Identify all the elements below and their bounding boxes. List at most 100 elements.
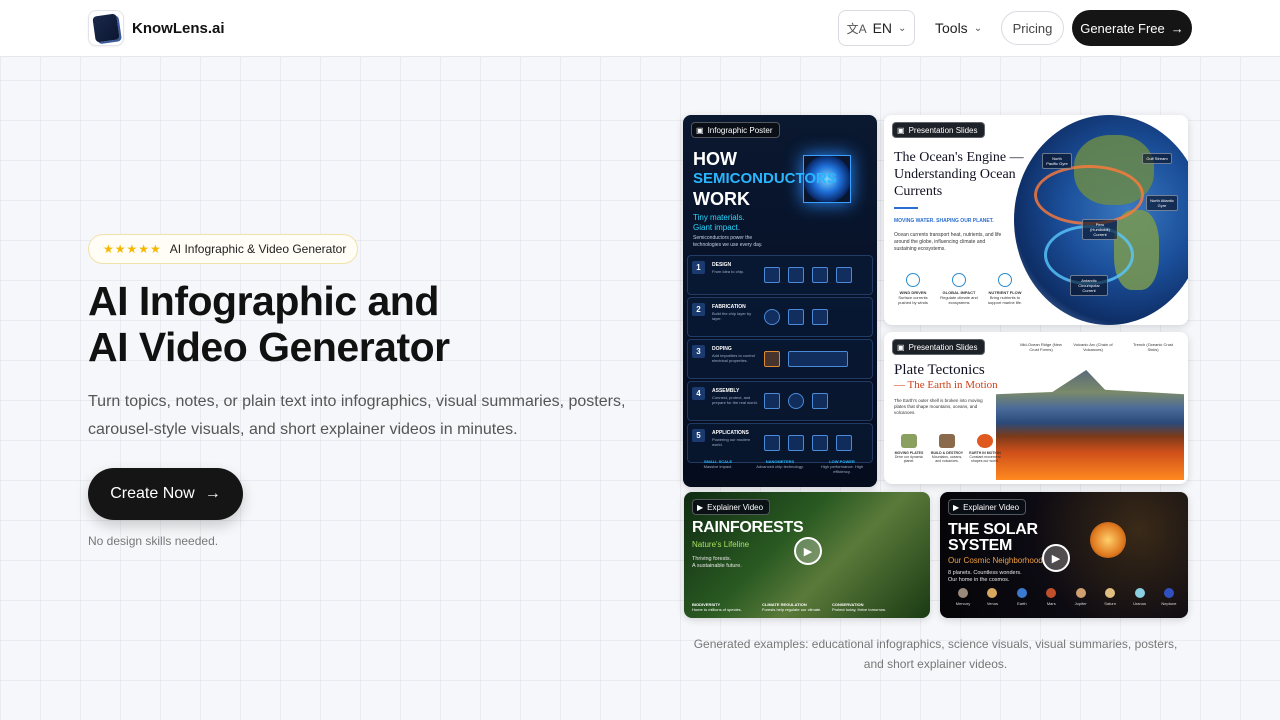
example-type-tag: ▣ Presentation Slides: [892, 339, 985, 355]
step-diagram-icon: [764, 348, 868, 370]
map-label: Antarctic Circumpolar Current: [1070, 275, 1108, 296]
gallery-caption: Generated examples: educational infograp…: [693, 637, 1178, 671]
slide-title: The Ocean's Engine — Understanding Ocean…: [894, 150, 1024, 199]
poster-step: 3 DOPING Add impurities to control elect…: [687, 339, 873, 379]
generate-free-label: Generate Free: [1080, 20, 1165, 36]
poster-steps: 1 DESIGN From idea to chip. 2 FABRICATIO…: [687, 255, 873, 465]
wind-icon: [906, 273, 920, 287]
planet: Uranus: [1127, 588, 1153, 606]
rainforest-video-example[interactable]: ▶ Explainer Video RAINFORESTS Nature's Li…: [684, 492, 930, 618]
no-design-skills-note: No design skills needed.: [88, 534, 219, 548]
brand-logo-link[interactable]: KnowLens.ai: [88, 10, 225, 46]
play-circle-icon: ▶: [953, 502, 960, 512]
slides-icon: ▣: [696, 125, 704, 135]
poster-title: HOW SEMICONDUCTORS WORK: [693, 149, 837, 209]
solar-system-video-example[interactable]: ▶ Explainer Video THE SOLAR SYSTEM Our Co…: [940, 492, 1188, 618]
poster-step: 5 APPLICATIONS Powering our modern world…: [687, 423, 873, 463]
infographic-poster-example[interactable]: ▣ Infographic Poster HOW SEMICONDUCTORS W…: [683, 115, 877, 487]
planet: Mercury: [950, 588, 976, 606]
earth-core-icon: [977, 434, 993, 448]
video-body: 8 planets. Countless wonders. Our home i…: [948, 570, 1022, 583]
slide-title-accent: — The Earth in Motion: [894, 379, 998, 391]
example-type-tag: ▣ Presentation Slides: [892, 122, 985, 138]
planet: Earth: [1009, 588, 1035, 606]
map-label: Peru (Humboldt) Current: [1082, 219, 1118, 240]
slides-icon: ▣: [897, 342, 905, 352]
video-title: RAINFORESTS: [692, 519, 804, 536]
step-diagram-icon: [764, 264, 868, 286]
play-circle-icon: ▶: [697, 502, 704, 512]
poster-step: 4 ASSEMBLY Connect, protect, and prepare…: [687, 381, 873, 421]
video-body: Thriving forests. A sustainable future.: [692, 556, 742, 569]
poster-step: 2 FABRICATION Build the chip layer by la…: [687, 297, 873, 337]
create-now-button[interactable]: Create Now →: [88, 468, 243, 520]
generate-free-button[interactable]: Generate Free →: [1072, 10, 1192, 46]
language-selector[interactable]: 文A EN ⌄: [838, 10, 915, 46]
mountain-icon: [939, 434, 955, 448]
map-label: North Pacific Gyre: [1042, 153, 1072, 169]
planet-row: Mercury Venus Earth Mars Jupiter Saturn …: [950, 588, 1182, 606]
slide-body: The Earth's outer shell is broken into m…: [894, 398, 983, 415]
poster-step: 1 DESIGN From idea to chip.: [687, 255, 873, 295]
slide-subtitle: MOVING WATER. SHAPING OUR PLANET.: [894, 218, 994, 224]
tools-menu-button[interactable]: Tools ⌄: [925, 10, 992, 46]
arrow-right-icon: →: [204, 485, 221, 502]
video-footer: BIODIVERSITY Home to millions of species.…: [692, 602, 886, 612]
chevron-down-icon: ⌄: [898, 22, 907, 34]
create-now-label: Create Now: [110, 485, 195, 502]
play-button-icon[interactable]: ▶: [794, 537, 822, 565]
hero-subtitle: Turn topics, notes, or plain text into i…: [88, 393, 626, 438]
slide-icon-row: WIND DRIVEN Surface currents pushed by wi…: [894, 273, 1024, 305]
translate-icon: 文A: [846, 21, 867, 36]
sun-illustration: [1090, 522, 1126, 558]
planet: Mars: [1038, 588, 1064, 606]
video-subtitle: Our Cosmic Neighborhood: [948, 556, 1043, 565]
step-diagram-icon: [764, 432, 868, 454]
brand-logo-icon: [88, 10, 124, 46]
example-type-tag: ▣ Infographic Poster: [691, 122, 780, 138]
example-type-tag: ▶ Explainer Video: [692, 499, 771, 515]
diagram-label: Volcanic Arc (Chain of Volcanoes): [1073, 342, 1113, 352]
globe-icon: [952, 273, 966, 287]
step-diagram-icon: [764, 306, 868, 328]
slide-icon-row: MOVING PLATES Drive our dynamic planet. B…: [892, 434, 1002, 463]
hero-title-line2: AI Video Generator: [88, 324, 450, 370]
example-type-tag: ▶ Explainer Video: [948, 499, 1027, 515]
planet: Jupiter: [1068, 588, 1094, 606]
map-label: Gulf Stream: [1142, 153, 1172, 164]
play-button-icon[interactable]: ▶: [1042, 544, 1070, 572]
chevron-down-icon: ⌄: [973, 22, 983, 34]
plate-tectonics-slide-example[interactable]: ▣ Presentation Slides Plate Tectonics — T…: [884, 332, 1188, 484]
ocean-currents-slide-example[interactable]: ▣ Presentation Slides The Ocean's Engine …: [884, 115, 1188, 325]
language-label: EN: [872, 20, 893, 36]
divider: [894, 207, 918, 209]
planet: Saturn: [1097, 588, 1123, 606]
tools-label: Tools: [935, 20, 968, 36]
map-label: North Atlantic Gyre: [1146, 195, 1178, 211]
slide-title: Plate Tectonics: [894, 362, 985, 378]
slides-icon: ▣: [897, 125, 905, 135]
pricing-link[interactable]: Pricing: [1001, 11, 1064, 45]
planet: Venus: [979, 588, 1005, 606]
video-title: THE SOLAR SYSTEM: [948, 521, 1038, 554]
slide-body: Ocean currents transport heat, nutrients…: [894, 232, 1002, 252]
star-rating-icon: ★★★★★: [103, 242, 162, 256]
plates-icon: [901, 434, 917, 448]
hero-title-line1: AI Infographic and: [88, 278, 439, 324]
top-navigation-bar: KnowLens.ai 文A EN ⌄ Tools ⌄ Pricing Gene…: [0, 0, 1280, 57]
hero-title: AI Infographic and AI Video Generator: [88, 278, 648, 370]
diagram-label: Mid-Ocean Ridge (New Crust Forms): [1020, 342, 1062, 352]
poster-description: Semiconductors power the technologies we…: [693, 235, 763, 248]
arrow-right-icon: →: [1170, 20, 1184, 36]
planet: Neptune: [1156, 588, 1182, 606]
poster-footer: SMALL SCALE Massive impact. NANOMETERS Adv…: [703, 459, 864, 474]
poster-tagline: Tiny materials. Giant impact.: [693, 213, 745, 232]
brand-name: KnowLens.ai: [132, 19, 225, 37]
badge-text: AI Infographic & Video Generator: [169, 242, 347, 256]
earth-crust-illustration: [996, 370, 1184, 480]
step-diagram-icon: [764, 390, 868, 412]
video-subtitle: Nature's Lifeline: [692, 540, 750, 549]
rating-badge: ★★★★★ AI Infographic & Video Generator: [88, 234, 358, 264]
fish-icon: [998, 273, 1012, 287]
diagram-label: Trench (Oceanic Crust Sinks): [1132, 342, 1174, 352]
